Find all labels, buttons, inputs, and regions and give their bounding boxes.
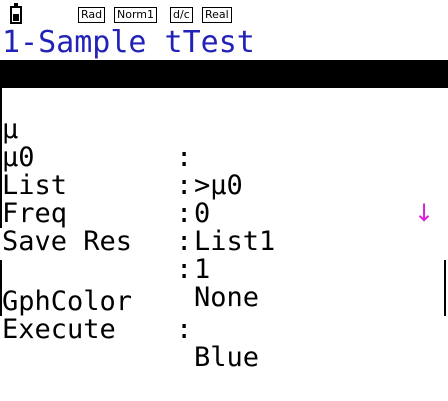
display-mode-badge: Norm1 [114,7,158,23]
setting-row-mu0[interactable]: μ0 : 0 [0,116,448,228]
complex-mode-badge: Real [202,7,232,23]
setting-row-gphcolor[interactable]: GphColor : Blue [0,260,448,372]
setting-row-data[interactable]: Data : List [0,60,448,172]
setting-value[interactable]: Blue [194,344,259,372]
execute-label[interactable]: Execute [2,316,116,344]
angle-mode-badge: Rad [78,7,106,23]
scroll-down-arrow-icon: ↓ [414,199,435,227]
colon-separator: : [176,314,193,345]
execute-row[interactable]: Execute [0,288,448,344]
colon-separator: : [176,226,193,257]
screen-title: 1-Sample tTest [2,25,255,60]
battery-icon [10,3,22,24]
fraction-mode-badge: d/c [170,7,193,23]
status-bar: Rad Norm1 d/c Real [4,3,444,26]
setting-row-freq[interactable]: Freq : 1 [0,172,448,284]
left-border-line [0,88,2,228]
setting-label: Save Res [2,226,133,257]
setting-row-list[interactable]: List : List1 [0,144,448,256]
setting-row-mu[interactable]: μ : >μ0 [0,88,448,200]
setting-value[interactable]: List1 [194,228,275,256]
right-border-line-lower [444,260,446,316]
left-border-line-lower [0,260,2,316]
calculator-screen: Rad Norm1 d/c Real 1-Sample tTest Data :… [0,0,448,372]
setting-row-save-res[interactable]: Save Res : None [0,200,448,312]
